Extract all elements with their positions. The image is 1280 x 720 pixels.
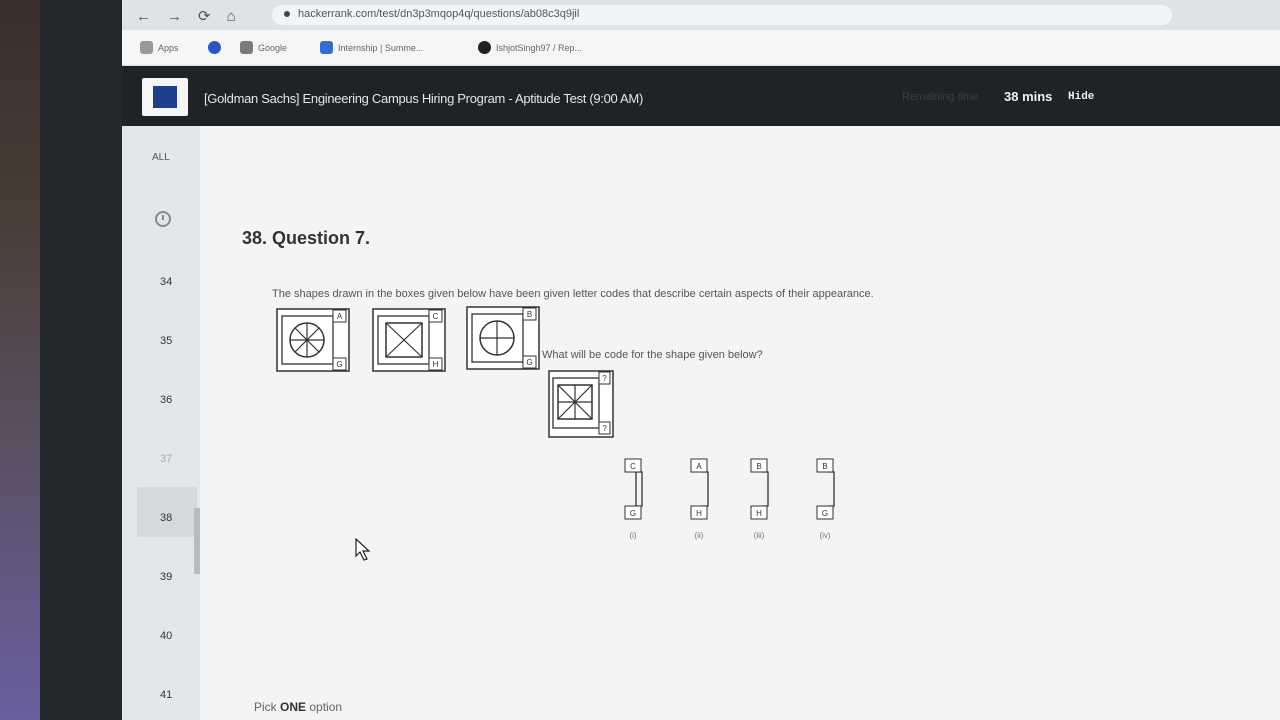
nav-question-34[interactable]: 34 <box>160 276 172 288</box>
option-2-top-code: A <box>696 462 702 471</box>
target-shape: ? ? <box>548 370 614 438</box>
option-1-bottom-code: G <box>630 509 636 518</box>
circle-spokes-icon <box>289 322 325 358</box>
remaining-time-label: Remaining time <box>902 91 979 103</box>
nav-all[interactable]: ALL <box>152 152 170 163</box>
example-shape-1: A G <box>276 308 350 372</box>
mouse-pointer-icon <box>355 538 371 561</box>
example-1-bottom-code: G <box>336 360 342 369</box>
option-3-top-code: B <box>756 462 761 471</box>
example-3-bottom-code: G <box>526 358 532 367</box>
example-3-top-code: B <box>527 310 532 319</box>
option-1-label[interactable]: (i) <box>618 531 648 540</box>
address-bar-row: ←→⟳⌂ hackerrank.com/test/dn3p3mqop4q/que… <box>122 0 1280 30</box>
blue-circle-icon <box>208 41 221 54</box>
nav-question-41[interactable]: 41 <box>160 689 172 701</box>
option-2-shape[interactable]: A H <box>690 458 714 522</box>
browser-nav-icons[interactable]: ←→⟳⌂ <box>136 7 252 25</box>
nav-question-39[interactable]: 39 <box>160 571 172 583</box>
clock-icon <box>155 211 171 227</box>
google-icon <box>240 41 253 54</box>
target-bottom-code: ? <box>602 424 607 433</box>
browser-window: ←→⟳⌂ hackerrank.com/test/dn3p3mqop4q/que… <box>122 0 1280 720</box>
option-3-bottom-code: H <box>756 509 762 518</box>
nav-question-37[interactable]: 37 <box>160 453 172 465</box>
nav-question-40[interactable]: 40 <box>160 630 172 642</box>
nav-question-38[interactable]: 38 <box>160 512 172 524</box>
target-top-code: ? <box>602 374 607 383</box>
url-text: hackerrank.com/test/dn3p3mqop4q/question… <box>298 8 580 20</box>
option-2-bottom-code: H <box>696 509 702 518</box>
example-2-bottom-code: H <box>433 360 439 369</box>
bookmarks-bar: Apps Google Internship | Summe... Ishjot… <box>122 30 1280 66</box>
url-field[interactable]: hackerrank.com/test/dn3p3mqop4q/question… <box>272 5 1172 25</box>
test-header: [Goldman Sachs] Engineering Campus Hirin… <box>122 66 1280 126</box>
option-3-shape[interactable]: B H <box>750 458 774 522</box>
monitor-bezel <box>40 0 125 720</box>
option-1-top-code: C <box>630 462 636 471</box>
pick-count: ONE <box>280 700 307 714</box>
option-4-shape[interactable]: B G <box>816 458 840 522</box>
option-4-label[interactable]: (iv) <box>810 531 840 540</box>
bookmark-github[interactable]: IshjotSingh97 / Rep... <box>478 41 582 54</box>
github-icon <box>478 41 491 54</box>
time-left: 38 mins <box>1004 89 1053 104</box>
question-text: The shapes drawn in the boxes given belo… <box>272 288 874 300</box>
internshala-icon <box>320 41 333 54</box>
bookmark-google[interactable]: Google <box>240 41 287 54</box>
example-2-top-code: C <box>433 312 439 321</box>
option-4-top-code: B <box>822 462 827 471</box>
example-shape-2: C H <box>372 308 446 372</box>
logo-mark-icon <box>153 86 177 108</box>
lock-icon <box>284 11 290 18</box>
bookmark-internship[interactable]: Internship | Summe... <box>320 41 423 54</box>
nav-question-36[interactable]: 36 <box>160 394 172 406</box>
question-subtext: What will be code for the shape given be… <box>542 349 763 361</box>
option-3-label[interactable]: (iii) <box>744 531 774 540</box>
hide-timer-button[interactable]: Hide <box>1068 91 1094 103</box>
nav-question-35[interactable]: 35 <box>160 335 172 347</box>
circle-cross-icon <box>479 320 515 356</box>
bookmark-apps[interactable]: Apps <box>140 41 179 54</box>
test-title: [Goldman Sachs] Engineering Campus Hirin… <box>204 91 643 106</box>
question-panel: 38. Question 7. The shapes drawn in the … <box>200 126 1280 720</box>
question-navigator: ALL 34 35 36 37 38 39 40 41 <box>122 126 208 720</box>
apps-grid-icon <box>140 41 153 54</box>
option-1-shape[interactable]: C G <box>624 458 648 522</box>
pick-instruction: Pick ONE option <box>254 700 343 714</box>
question-title: 38. Question 7. <box>242 228 371 248</box>
example-1-top-code: A <box>337 312 343 321</box>
bookmark-dot[interactable] <box>208 41 221 54</box>
option-4-bottom-code: G <box>822 509 828 518</box>
example-shape-3: B G <box>466 306 540 370</box>
hackerrank-logo <box>142 78 188 116</box>
option-2-label[interactable]: (ii) <box>684 531 714 540</box>
square-star-icon <box>557 384 593 420</box>
